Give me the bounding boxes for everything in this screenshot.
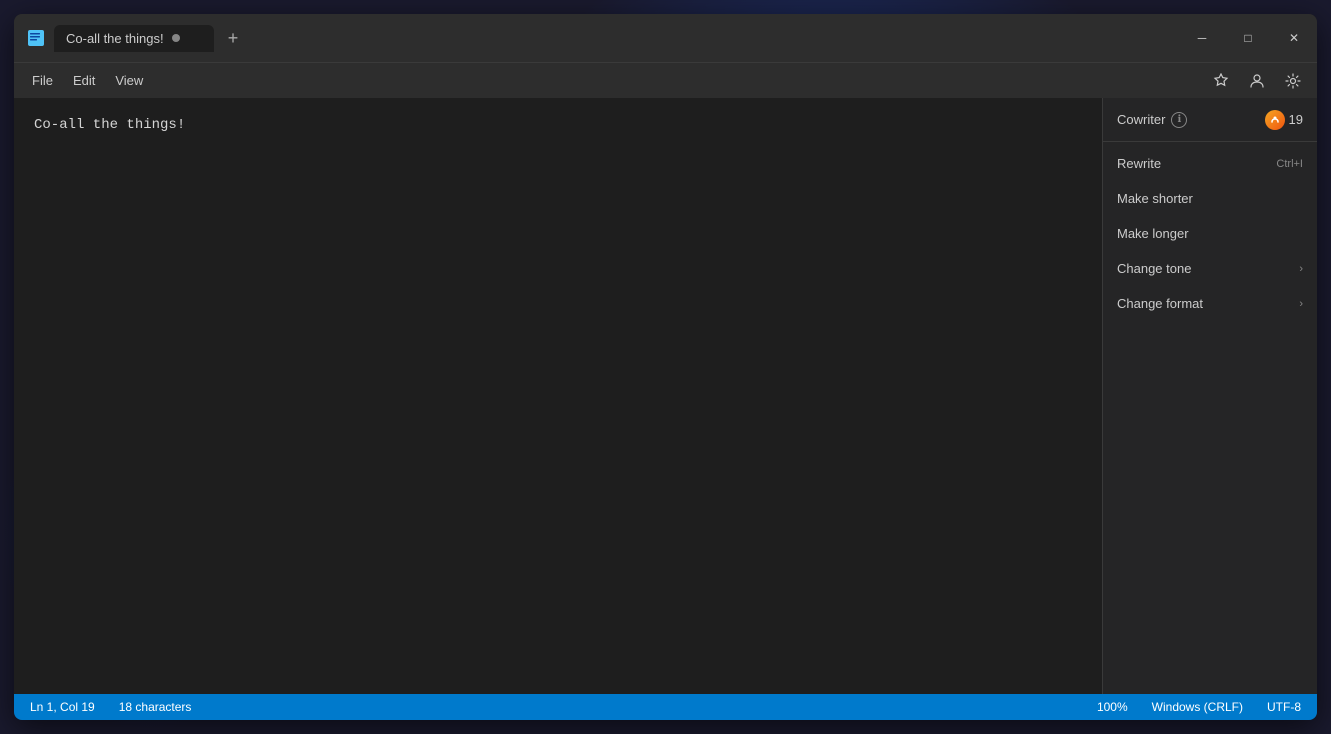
cowriter-rewrite-item[interactable]: Rewrite Ctrl+I [1103,146,1317,181]
status-bar: Ln 1, Col 19 18 characters 100% Windows … [14,694,1317,720]
tab-unsaved-dot [172,34,180,42]
close-button[interactable]: ✕ [1271,14,1317,62]
tab-title: Co-all the things! [66,31,164,46]
maximize-button[interactable]: □ [1225,14,1271,62]
account-icon [1249,73,1265,89]
window-controls: ─ □ ✕ [1179,14,1317,62]
cowriter-format-item[interactable]: Change format › [1103,286,1317,321]
cowriter-longer-label: Make longer [1117,226,1189,241]
cowriter-rewrite-label: Rewrite [1117,156,1161,171]
status-zoom[interactable]: 100% [1093,700,1132,714]
star-icon [1213,73,1229,89]
menu-bar-right [1205,67,1309,95]
account-button[interactable] [1241,67,1273,95]
cowriter-count: 19 [1289,112,1303,127]
app-icon [26,28,46,48]
title-bar: Co-all the things! + ─ □ ✕ [14,14,1317,62]
settings-button[interactable] [1277,67,1309,95]
text-editor[interactable]: Co-all the things! [14,98,1102,694]
cowriter-shorter-label: Make shorter [1117,191,1193,206]
main-content: Co-all the things! Cowriter ℹ 19 [14,98,1317,694]
cowriter-tone-label: Change tone [1117,261,1191,276]
cowriter-format-label: Change format [1117,296,1203,311]
menu-view[interactable]: View [105,69,153,92]
chevron-right-icon: › [1299,263,1303,275]
gear-icon [1285,73,1301,89]
cowriter-header: Cowriter ℹ 19 [1103,98,1317,142]
cowriter-shorter-item[interactable]: Make shorter [1103,181,1317,216]
add-tab-button[interactable]: + [218,23,248,53]
editor-content: Co-all the things! [34,117,185,133]
status-char-count[interactable]: 18 characters [115,700,196,714]
menu-edit[interactable]: Edit [63,69,105,92]
cowriter-longer-item[interactable]: Make longer [1103,216,1317,251]
status-line-ending[interactable]: Windows (CRLF) [1148,700,1247,714]
cowriter-menu: Rewrite Ctrl+I Make shorter Make longer … [1103,142,1317,325]
active-tab[interactable]: Co-all the things! [54,25,214,52]
minimize-button[interactable]: ─ [1179,14,1225,62]
status-encoding[interactable]: UTF-8 [1263,700,1305,714]
cowriter-title: Cowriter [1117,112,1165,127]
status-bar-right: 100% Windows (CRLF) UTF-8 [1093,700,1305,714]
notepad-window: Co-all the things! + ─ □ ✕ File Edit Vie… [14,14,1317,720]
chevron-right-icon: › [1299,298,1303,310]
cowriter-panel: Cowriter ℹ 19 [1102,98,1317,694]
menu-file[interactable]: File [22,69,63,92]
status-line-col[interactable]: Ln 1, Col 19 [26,700,99,714]
cowriter-tone-item[interactable]: Change tone › [1103,251,1317,286]
menu-bar: File Edit View [14,62,1317,98]
cowriter-badge: 19 [1265,110,1303,130]
cowriter-info-button[interactable]: ℹ [1171,112,1187,128]
cowriter-rewrite-shortcut: Ctrl+I [1276,158,1303,170]
cowriter-avatar-icon [1265,110,1285,130]
favorites-button[interactable] [1205,67,1237,95]
